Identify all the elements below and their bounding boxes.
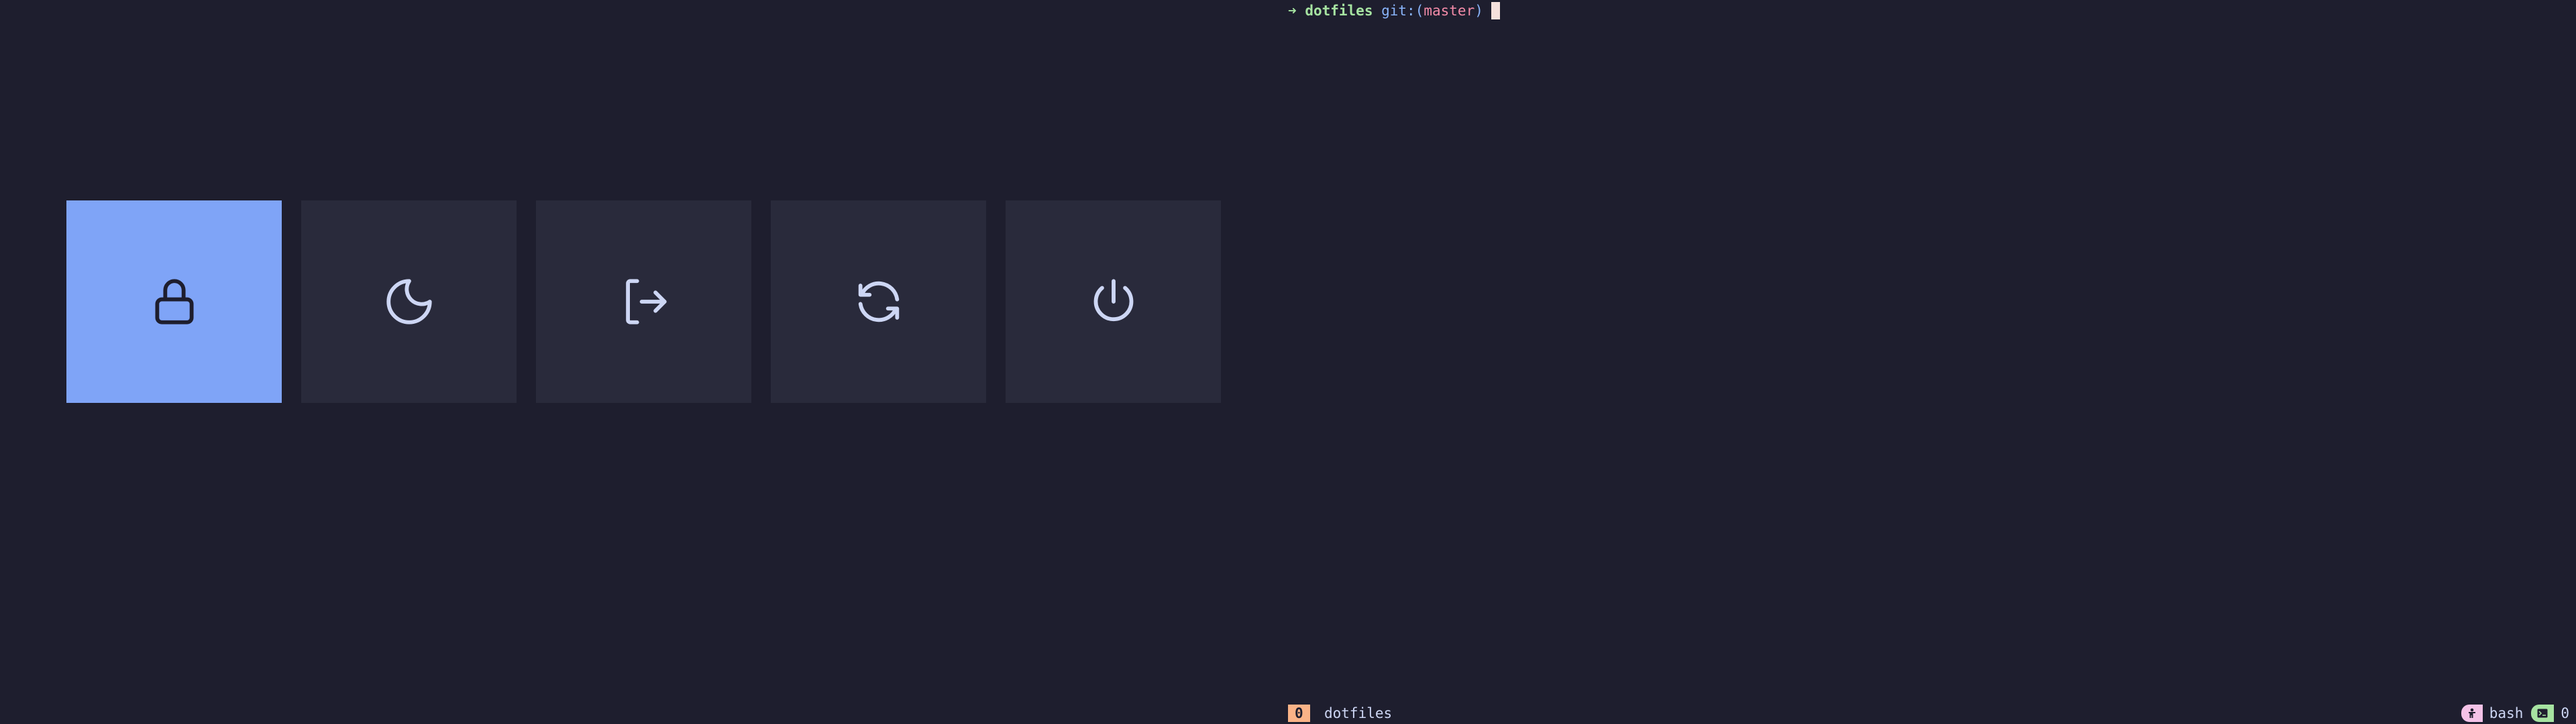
moon-icon <box>386 279 432 324</box>
reboot-button[interactable] <box>771 200 986 403</box>
logout-button[interactable] <box>536 200 751 403</box>
lock-button[interactable] <box>66 200 282 403</box>
terminal-icon <box>2531 705 2555 722</box>
session-count: 0 <box>2561 705 2569 721</box>
window-name[interactable]: dotfiles <box>1324 703 1392 724</box>
shell-prompt: ➜ dotfiles git: ( master ) <box>1288 1 1500 20</box>
logout-icon <box>625 279 667 324</box>
power-icon <box>1093 279 1133 322</box>
prompt-branch: master <box>1424 3 1475 19</box>
shell-name: bash <box>2489 705 2524 721</box>
refresh-icon <box>858 281 899 322</box>
prompt-paren-close: ) <box>1474 3 1483 19</box>
shutdown-button[interactable] <box>1006 200 1221 403</box>
lock-icon <box>154 279 194 324</box>
suspend-button[interactable] <box>301 200 517 403</box>
prompt-paren-open: ( <box>1415 3 1424 19</box>
status-right: bash 0 <box>2461 703 2569 724</box>
terminal-cursor <box>1491 2 1500 19</box>
window-index-badge[interactable]: 0 <box>1288 705 1310 722</box>
prompt-arrow: ➜ <box>1288 3 1297 19</box>
prompt-git-label: git: <box>1381 3 1415 19</box>
power-menu <box>0 0 1288 724</box>
terminal-window[interactable]: ➜ dotfiles git: ( master ) 0 dotfiles ba… <box>1288 0 2576 724</box>
tmux-statusbar: 0 dotfiles bash 0 <box>1288 703 2576 724</box>
person-icon <box>2461 705 2483 722</box>
prompt-directory: dotfiles <box>1305 3 1373 19</box>
